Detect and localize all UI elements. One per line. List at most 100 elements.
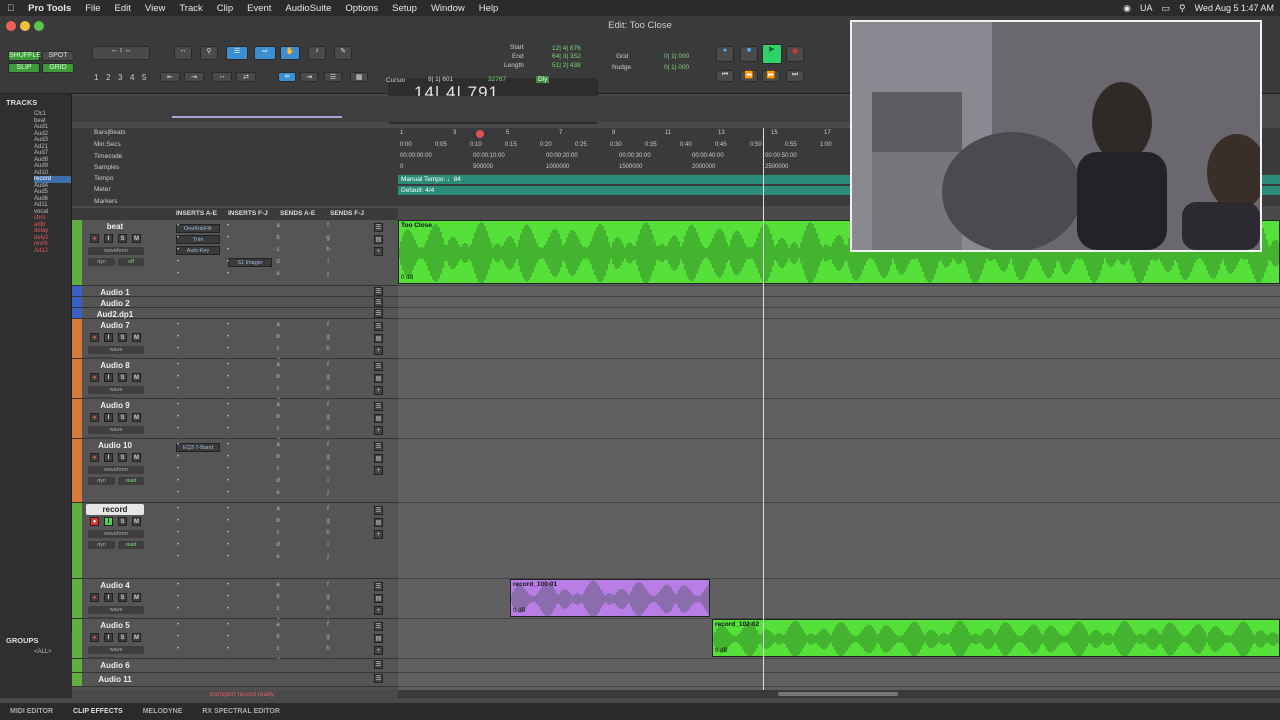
send-slot[interactable]: h xyxy=(324,466,332,472)
input-monitor-button[interactable]: I xyxy=(104,517,113,526)
playlist-icon[interactable]: ▤ xyxy=(374,235,383,244)
track-options-icon[interactable]: ☰ xyxy=(374,506,383,515)
mute-button[interactable]: M xyxy=(132,373,141,382)
insert-slot[interactable]: • xyxy=(174,235,182,241)
ruler-meter[interactable]: Meter xyxy=(94,186,111,193)
solo-button[interactable]: S xyxy=(118,234,127,243)
insert-slot[interactable]: • xyxy=(174,454,182,460)
send-slot[interactable]: j xyxy=(324,271,332,277)
send-slot[interactable]: g xyxy=(324,334,332,340)
input-monitor-button[interactable]: I xyxy=(104,234,113,243)
input-monitor-button[interactable]: I xyxy=(104,453,113,462)
send-slot[interactable]: c xyxy=(274,346,282,352)
playhead-marker-icon[interactable] xyxy=(476,130,484,138)
automation-state[interactable]: read xyxy=(118,477,144,485)
playlist-icon[interactable]: ▤ xyxy=(374,454,383,463)
insert-slot[interactable]: • xyxy=(224,478,232,484)
zoom-preset-5[interactable]: 5 xyxy=(142,73,146,82)
add-lane-icon[interactable]: + xyxy=(374,247,383,256)
track-header[interactable]: Audio 6 ☰ xyxy=(72,659,398,673)
track-playlist[interactable]: record_100-01 0 dB xyxy=(398,579,1280,619)
scrubber-tool-icon[interactable]: ♪ xyxy=(308,46,326,60)
tab-melodyne[interactable]: MELODYNE xyxy=(133,708,193,715)
track-header[interactable]: Aud2.dp1 ☰ xyxy=(72,308,398,319)
mute-button[interactable]: M xyxy=(132,333,141,342)
send-slot[interactable]: g xyxy=(324,634,332,640)
link-timeline-icon[interactable]: ∞ xyxy=(278,72,296,82)
input-monitor-button[interactable]: I xyxy=(104,593,113,602)
send-slot[interactable]: f xyxy=(324,622,332,628)
send-slot[interactable]: b xyxy=(274,454,282,460)
track-playlist[interactable] xyxy=(398,308,1280,319)
tab-rx-spectral-editor[interactable]: RX SPECTRAL EDITOR xyxy=(192,708,290,715)
insert-slot[interactable]: • xyxy=(224,466,232,472)
insert-slot[interactable]: • xyxy=(224,223,232,229)
add-lane-icon[interactable]: + xyxy=(374,530,383,539)
insert-slot[interactable]: • xyxy=(224,490,232,496)
send-slot[interactable]: i xyxy=(324,542,332,548)
clip-gain[interactable]: 0 dB xyxy=(513,608,525,614)
send-slot[interactable]: d xyxy=(274,478,282,484)
insert-slot[interactable]: • xyxy=(224,582,232,588)
insert-slot[interactable]: • xyxy=(224,386,232,392)
insert-slot[interactable]: • xyxy=(174,442,182,448)
insert-plugin[interactable]: Auto-Key xyxy=(176,246,220,255)
insert-slot[interactable]: • xyxy=(174,518,182,524)
insert-slot[interactable]: • xyxy=(174,582,182,588)
send-slot[interactable]: b xyxy=(274,235,282,241)
menu-clip[interactable]: Clip xyxy=(210,3,240,14)
mute-button[interactable]: M xyxy=(132,593,141,602)
sync-icon[interactable]: ⇄ xyxy=(236,72,256,82)
insert-slot[interactable]: • xyxy=(174,634,182,640)
send-slot[interactable]: j xyxy=(324,490,332,496)
automation-state[interactable]: off xyxy=(118,258,144,266)
input-monitor-button[interactable]: I xyxy=(104,373,113,382)
send-slot[interactable]: f xyxy=(324,223,332,229)
playlist-icon[interactable]: ▤ xyxy=(374,594,383,603)
insert-slot[interactable]: • xyxy=(174,259,182,265)
fast-forward-icon[interactable]: ⏩ xyxy=(762,70,780,82)
track-name[interactable]: Audio 11 xyxy=(86,674,144,685)
track-name[interactable]: Audio 9 xyxy=(86,400,144,411)
send-slot[interactable]: h xyxy=(324,247,332,253)
send-slot[interactable]: a xyxy=(274,362,282,368)
send-slot[interactable]: c xyxy=(274,466,282,472)
stop-icon[interactable]: ■ xyxy=(740,46,758,62)
selector-tool-icon[interactable]: ⇨ xyxy=(254,46,276,60)
track-header[interactable]: Audio 4●ISMwaveread••af••bg••ch••di☰▤+ xyxy=(72,579,398,625)
insert-slot[interactable]: • xyxy=(224,426,232,432)
insert-slot[interactable]: • xyxy=(224,454,232,460)
tab-midi-editor[interactable]: MIDI EDITOR xyxy=(0,708,63,715)
send-slot[interactable]: d xyxy=(274,259,282,265)
track-header[interactable]: Audio 9●ISMwaveread••af••bg••ch••di☰▤+ xyxy=(72,399,398,445)
send-slot[interactable]: h xyxy=(324,606,332,612)
track-options-icon[interactable]: ☰ xyxy=(374,309,383,318)
ruler-timecode[interactable]: Timecode xyxy=(94,153,122,160)
ua-status[interactable]: UA xyxy=(1140,3,1153,13)
track-header[interactable]: Audio 8●ISMwaveread••af••bg••ch••di☰▤+ xyxy=(72,359,398,405)
record-arm-button[interactable]: ● xyxy=(90,373,99,382)
solo-button[interactable]: S xyxy=(118,413,127,422)
insert-slot[interactable]: • xyxy=(174,466,182,472)
track-options-icon[interactable]: ☰ xyxy=(374,674,383,683)
send-slot[interactable]: j xyxy=(324,554,332,560)
insert-slot[interactable]: • xyxy=(224,402,232,408)
send-slot[interactable]: c xyxy=(274,426,282,432)
start-value[interactable]: 12| 4| 876 xyxy=(552,45,581,52)
send-slot[interactable]: c xyxy=(274,646,282,652)
insert-slot[interactable]: • xyxy=(224,346,232,352)
group-all[interactable]: <ALL> xyxy=(0,649,72,655)
send-slot[interactable]: d xyxy=(274,542,282,548)
menu-file[interactable]: File xyxy=(78,3,107,14)
playlist-icon[interactable]: ▤ xyxy=(374,634,383,643)
send-slot[interactable]: f xyxy=(324,582,332,588)
minimize-window-icon[interactable] xyxy=(20,21,30,31)
track-playlist[interactable] xyxy=(398,319,1280,359)
track-options-icon[interactable]: ☰ xyxy=(374,622,383,631)
record-arm-button[interactable]: ● xyxy=(90,517,99,526)
edit-window-playlists[interactable]: Too Close 0 dB record_100-01 0 dB record_102… xyxy=(398,220,1280,690)
insert-plugin[interactable]: S1 Imager xyxy=(228,258,272,267)
send-slot[interactable]: h xyxy=(324,646,332,652)
insert-slot[interactable]: • xyxy=(174,374,182,380)
track-header[interactable]: Audio 7●ISMwaveread••af••bg••ch••di☰▤+ xyxy=(72,319,398,365)
